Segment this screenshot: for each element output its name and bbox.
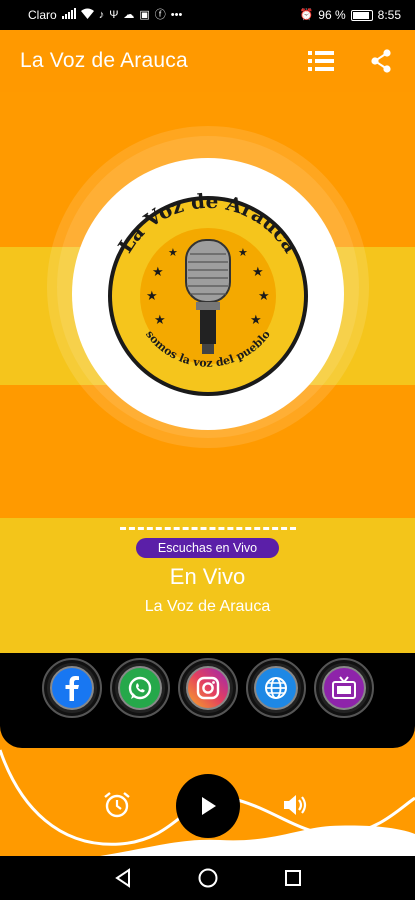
share-button[interactable] [367, 47, 395, 75]
app-bar: La Voz de Arauca [0, 30, 415, 92]
back-triangle-icon [114, 868, 130, 888]
svg-text:★: ★ [258, 288, 270, 303]
list-icon [308, 51, 334, 71]
social-bar [0, 653, 415, 748]
battery-percent: 96 % [318, 8, 346, 22]
recents-button[interactable] [280, 865, 306, 891]
recents-square-icon [284, 870, 301, 886]
svg-text:★: ★ [154, 312, 166, 327]
app-actions [307, 47, 395, 75]
tv-button[interactable] [313, 658, 374, 718]
battery-icon [350, 9, 373, 21]
play-button[interactable] [176, 774, 240, 838]
signal-icon [61, 8, 76, 22]
now-playing-panel: Escuchas en Vivo En Vivo La Voz de Arauc… [0, 518, 415, 653]
home-circle-icon [198, 868, 217, 888]
cloud-icon: ☁ [123, 8, 135, 21]
share-icon [371, 49, 391, 73]
back-button[interactable] [110, 865, 136, 891]
sleep-timer-button[interactable] [102, 790, 132, 820]
volume-button[interactable] [280, 790, 310, 820]
app-title: La Voz de Arauca [20, 49, 188, 72]
facebook-icon [49, 666, 94, 710]
hero-artwork: La Voz de Arauca somos la voz del pueblo… [0, 92, 415, 518]
website-button[interactable] [245, 658, 306, 718]
instagram-button[interactable] [177, 658, 238, 718]
system-nav-bar [0, 856, 415, 900]
alarm-icon [104, 792, 130, 818]
status-left: Claro ♪ Ψ ☁ ▣ ⓕ ••• [28, 8, 182, 22]
divider [119, 527, 296, 530]
carrier-label: Claro [28, 8, 57, 22]
home-button[interactable] [195, 865, 221, 891]
svg-text:★: ★ [250, 312, 262, 327]
alarm-status-icon: ⏰ [299, 8, 314, 21]
whatsapp-icon [117, 666, 162, 710]
status-right: ⏰ 96 % 8:55 [300, 8, 401, 22]
facebook-notification-icon: ⓕ [154, 8, 166, 21]
menu-list-button[interactable] [307, 47, 335, 75]
volume-icon [284, 795, 307, 815]
svg-text:★: ★ [252, 264, 264, 279]
clock: 8:55 [377, 8, 401, 22]
image-icon: ▣ [139, 8, 150, 21]
play-icon [202, 797, 216, 815]
wifi-icon [80, 8, 94, 22]
svg-text:★: ★ [168, 247, 178, 259]
svg-text:★: ★ [146, 288, 158, 303]
whatsapp-button[interactable] [109, 658, 170, 718]
music-icon: ♪ [98, 8, 105, 21]
usb-icon: Ψ [109, 8, 119, 21]
svg-text:★: ★ [152, 264, 164, 279]
player-controls [0, 748, 415, 856]
live-listeners-badge: Escuchas en Vivo [135, 538, 280, 558]
instagram-icon [185, 666, 230, 710]
facebook-button[interactable] [41, 658, 102, 718]
station-name: La Voz de Arauca [144, 598, 271, 615]
svg-text:★: ★ [238, 247, 248, 259]
globe-icon [253, 666, 298, 710]
status-bar: Claro ♪ Ψ ☁ ▣ ⓕ ••• ⏰ 96 % 8:55 [0, 0, 415, 30]
more-dots-icon: ••• [170, 8, 183, 21]
station-logo: La Voz de Arauca somos la voz del pueblo… [96, 184, 320, 408]
tv-icon [321, 666, 366, 710]
now-playing-title: En Vivo [169, 564, 246, 589]
